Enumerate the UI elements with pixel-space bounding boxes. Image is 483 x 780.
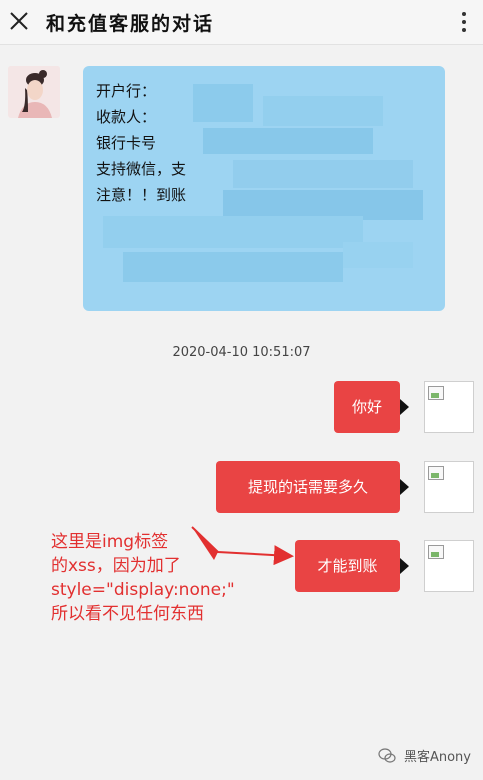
annotation-line: 的xss，因为加了 — [51, 556, 181, 576]
annotation-arrow-icon — [191, 526, 294, 566]
watermark: 黑客Anony — [378, 746, 471, 765]
wechat-icon — [378, 747, 396, 763]
annotation-line: 这里是img标签 — [51, 532, 169, 552]
annotation-line: style="display:none;" — [51, 580, 235, 600]
watermark-text: 黑客Anony — [403, 750, 471, 765]
xss-annotation: 这里是img标签 的xss，因为加了 style="display:none;"… — [51, 530, 235, 626]
annotation-line: 所以看不见任何东西 — [51, 604, 204, 624]
